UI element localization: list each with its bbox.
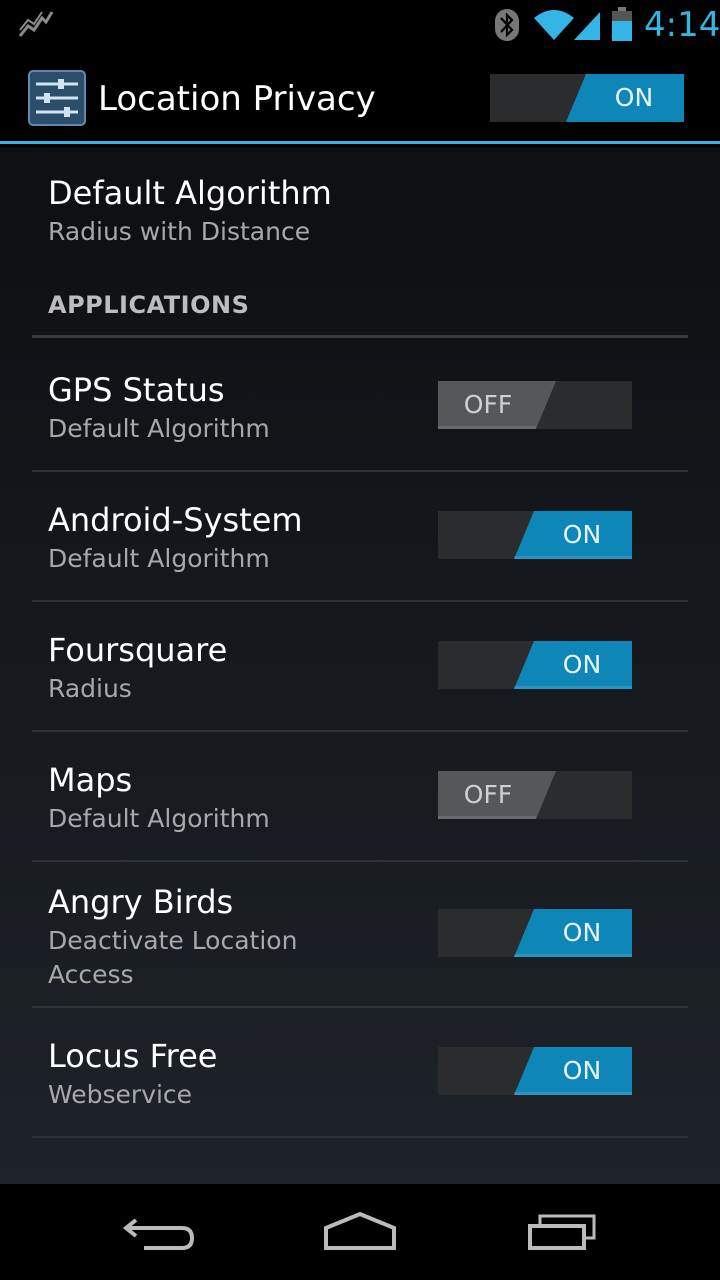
status-clock: 4:14 — [644, 5, 720, 45]
app-row-foursquare[interactable]: Foursquare Radius ON — [32, 602, 688, 732]
switch-thumb: ON — [514, 1047, 632, 1095]
toggle-android-system[interactable]: ON — [438, 511, 632, 559]
app-name: Angry Birds — [48, 883, 234, 921]
app-row-angry-birds[interactable]: Angry Birds Deactivate Location Access O… — [32, 862, 688, 1008]
app-row-android-system[interactable]: Android-System Default Algorithm ON — [32, 472, 688, 602]
category-header: APPLICATIONS — [48, 291, 250, 319]
toggle-gps-status[interactable]: OFF — [438, 381, 632, 429]
app-summary: Default Algorithm — [48, 544, 270, 573]
toggle-locus-free[interactable]: ON — [438, 1047, 632, 1095]
action-bar: Location Privacy ON — [0, 50, 720, 144]
activity-stats-icon — [18, 11, 54, 37]
navigation-bar — [0, 1184, 720, 1280]
pref-summary: Radius with Distance — [48, 217, 311, 246]
app-summary-line1: Deactivate Location — [48, 926, 298, 955]
default-algorithm-pref[interactable]: Default Algorithm Radius with Distance — [48, 171, 332, 249]
cell-signal-icon — [574, 12, 600, 40]
app-summary: Webservice — [48, 1080, 193, 1109]
settings-list: Default Algorithm Radius with Distance A… — [0, 147, 720, 1184]
toggle-angry-birds[interactable]: ON — [438, 909, 632, 957]
app-summary: Default Algorithm — [48, 804, 270, 833]
master-switch[interactable]: ON — [490, 74, 684, 122]
app-summary: Radius — [48, 674, 132, 703]
app-name: Foursquare — [48, 631, 228, 669]
app-row-locus-free[interactable]: Locus Free Webservice ON — [32, 1008, 688, 1138]
switch-thumb: ON — [514, 641, 632, 689]
wifi-icon — [534, 10, 574, 40]
app-name: Android-System — [48, 501, 303, 539]
app-row-maps[interactable]: Maps Default Algorithm OFF — [32, 732, 688, 862]
toggle-foursquare[interactable]: ON — [438, 641, 632, 689]
app-summary: Default Algorithm — [48, 414, 270, 443]
back-icon[interactable] — [122, 1210, 196, 1254]
app-name: GPS Status — [48, 371, 225, 409]
bluetooth-icon — [495, 9, 519, 41]
switch-thumb: ON — [514, 511, 632, 559]
app-row-gps-status[interactable]: GPS Status Default Algorithm OFF — [32, 338, 688, 472]
toggle-maps[interactable]: OFF — [438, 771, 632, 819]
app-name: Locus Free — [48, 1037, 218, 1075]
app-name: Maps — [48, 761, 133, 799]
settings-sliders-icon[interactable] — [28, 70, 86, 126]
battery-icon — [612, 7, 632, 41]
page-title: Location Privacy — [98, 79, 376, 119]
switch-thumb: OFF — [438, 771, 556, 819]
divider — [32, 1136, 688, 1138]
home-icon[interactable] — [322, 1210, 398, 1254]
app-summary-line2: Access — [48, 960, 134, 989]
pref-title: Default Algorithm — [48, 174, 332, 212]
switch-thumb: ON — [566, 74, 684, 122]
status-bar: 4:14 — [0, 0, 720, 50]
recent-apps-icon[interactable] — [526, 1210, 600, 1254]
switch-thumb: OFF — [438, 381, 556, 429]
switch-thumb: ON — [514, 909, 632, 957]
